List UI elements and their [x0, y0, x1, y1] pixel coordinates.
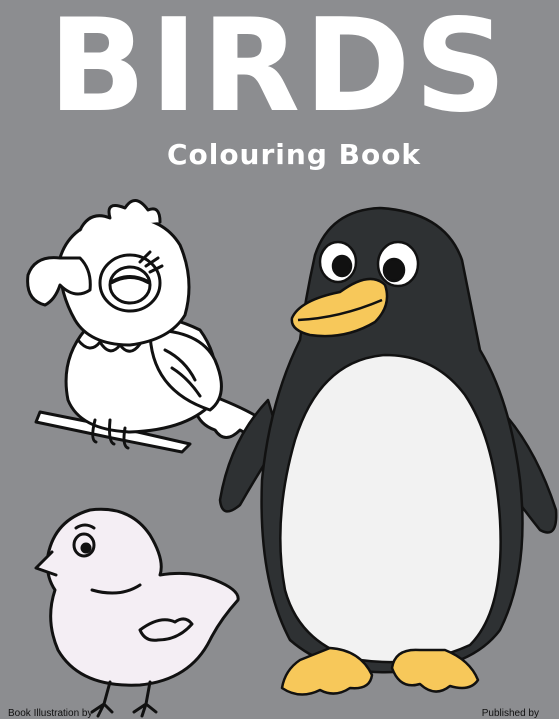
cover-illustrations [26, 199, 558, 718]
penguin-illustration [218, 206, 558, 696]
illustrator-credit: Book Illustration by [8, 708, 93, 719]
publisher-credit: Published by [481, 708, 539, 719]
parrot-illustration [26, 199, 272, 454]
chick-illustration [34, 507, 240, 718]
